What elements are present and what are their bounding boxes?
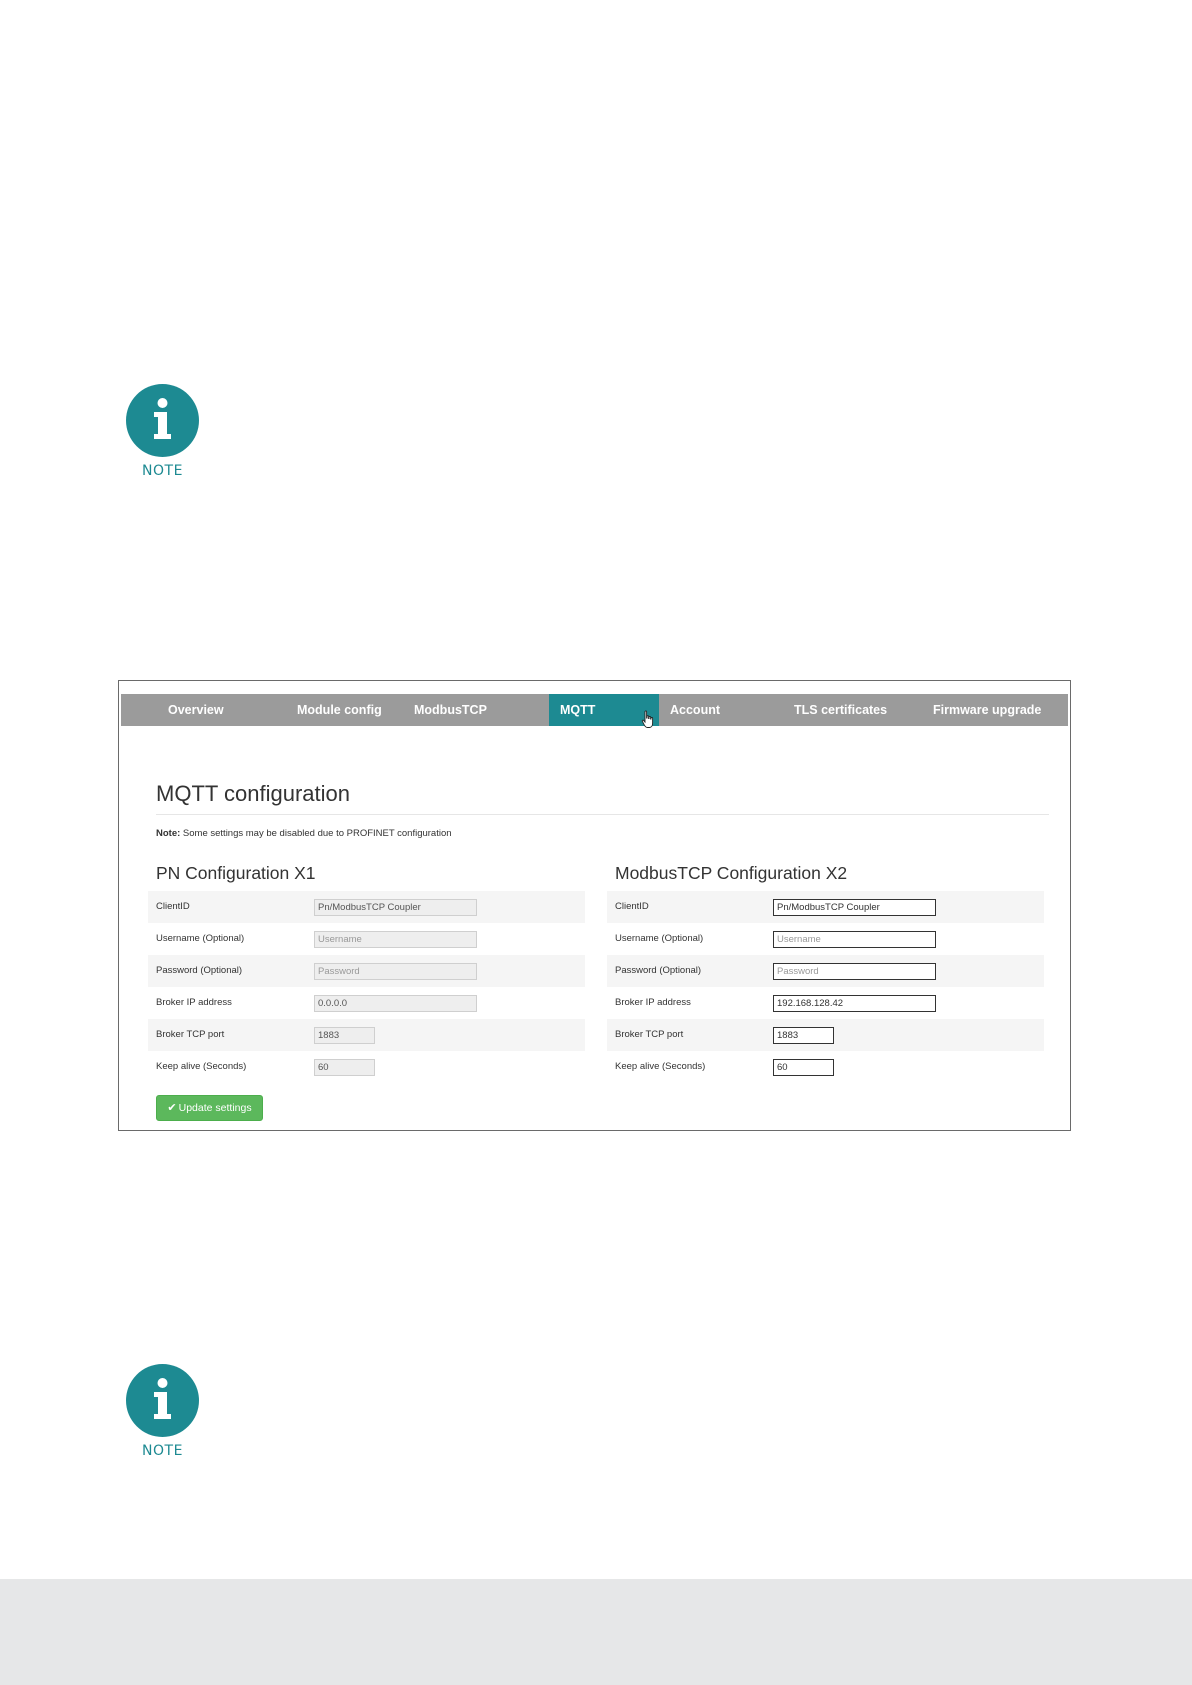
pn-section-title: PN Configuration X1 <box>156 863 316 883</box>
pn-broker-ip-label: Broker IP address <box>156 997 232 1008</box>
pn-keep-alive-input[interactable] <box>314 1059 375 1076</box>
modbus-row-username: Username (Optional) <box>607 923 1044 955</box>
modbus-clientid-input[interactable] <box>773 899 936 916</box>
checkmark-icon: ✔ <box>167 1102 177 1114</box>
nav-firmware-upgrade[interactable]: Firmware upgrade <box>933 694 1041 726</box>
hand-cursor-icon <box>641 710 654 728</box>
config-note: Note: Some settings may be disabled due … <box>156 828 452 839</box>
modbus-row-broker-ip: Broker IP address <box>607 987 1044 1019</box>
title-divider <box>156 814 1049 815</box>
modbus-row-keep-alive: Keep alive (Seconds) <box>607 1051 1044 1083</box>
pn-broker-ip-input[interactable] <box>314 995 477 1012</box>
modbus-keep-alive-input[interactable] <box>773 1059 834 1076</box>
modbus-password-input[interactable] <box>773 963 936 980</box>
nav-overview[interactable]: Overview <box>168 694 224 726</box>
modbus-row-password: Password (Optional) <box>607 955 1044 987</box>
pn-row-broker-ip: Broker IP address <box>148 987 585 1019</box>
modbus-username-label: Username (Optional) <box>615 933 704 944</box>
modbus-username-input[interactable] <box>773 931 936 948</box>
info-icon <box>126 1364 199 1437</box>
modbus-broker-ip-input[interactable] <box>773 995 936 1012</box>
pn-broker-port-label: Broker TCP port <box>156 1029 225 1040</box>
pn-password-input[interactable] <box>314 963 477 980</box>
nav-account[interactable]: Account <box>670 694 720 726</box>
pn-keep-alive-label: Keep alive (Seconds) <box>156 1061 247 1072</box>
modbus-config-table: ClientID Username (Optional) Password (O… <box>607 891 1044 1083</box>
pn-row-broker-port: Broker TCP port <box>148 1019 585 1051</box>
pn-config-table: ClientID Username (Optional) Password (O… <box>148 891 585 1083</box>
update-settings-label: Update settings <box>178 1102 252 1114</box>
modbus-broker-ip-label: Broker IP address <box>615 997 691 1008</box>
nav-modbustcp[interactable]: ModbusTCP <box>414 694 487 726</box>
info-icon <box>126 384 199 457</box>
modbus-keep-alive-label: Keep alive (Seconds) <box>615 1061 706 1072</box>
pn-username-input[interactable] <box>314 931 477 948</box>
update-settings-button[interactable]: ✔ Update settings <box>156 1095 263 1121</box>
modbus-broker-port-input[interactable] <box>773 1027 834 1044</box>
pn-row-clientid: ClientID <box>148 891 585 923</box>
pn-row-username: Username (Optional) <box>148 923 585 955</box>
pn-password-label: Password (Optional) <box>156 965 243 976</box>
note-label: NOTE <box>142 463 183 479</box>
footer-band <box>0 1579 1192 1685</box>
page-title: MQTT configuration <box>156 781 351 806</box>
modbus-password-label: Password (Optional) <box>615 965 702 976</box>
pn-row-keep-alive: Keep alive (Seconds) <box>148 1051 585 1083</box>
pn-clientid-label: ClientID <box>156 901 190 912</box>
top-navbar: Overview Module config ModbusTCP MQTT Ac… <box>121 694 1068 728</box>
nav-module-config[interactable]: Module config <box>297 694 382 726</box>
pn-username-label: Username (Optional) <box>156 933 245 944</box>
pn-clientid-input[interactable] <box>314 899 477 916</box>
note-label: NOTE <box>142 1443 183 1459</box>
modbus-broker-port-label: Broker TCP port <box>615 1029 684 1040</box>
note-callout: NOTE <box>126 1364 200 1460</box>
modbus-row-clientid: ClientID <box>607 891 1044 923</box>
pn-broker-port-input[interactable] <box>314 1027 375 1044</box>
note-text: Some settings may be disabled due to PRO… <box>180 828 452 839</box>
screenshot-frame: Overview Module config ModbusTCP MQTT Ac… <box>118 680 1071 1131</box>
note-prefix: Note: <box>156 828 181 839</box>
pn-row-password: Password (Optional) <box>148 955 585 987</box>
modbus-clientid-label: ClientID <box>615 901 649 912</box>
modbus-section-title: ModbusTCP Configuration X2 <box>615 863 848 883</box>
nav-tls-certificates[interactable]: TLS certificates <box>794 694 887 726</box>
modbus-row-broker-port: Broker TCP port <box>607 1019 1044 1051</box>
note-callout: NOTE <box>126 384 200 480</box>
